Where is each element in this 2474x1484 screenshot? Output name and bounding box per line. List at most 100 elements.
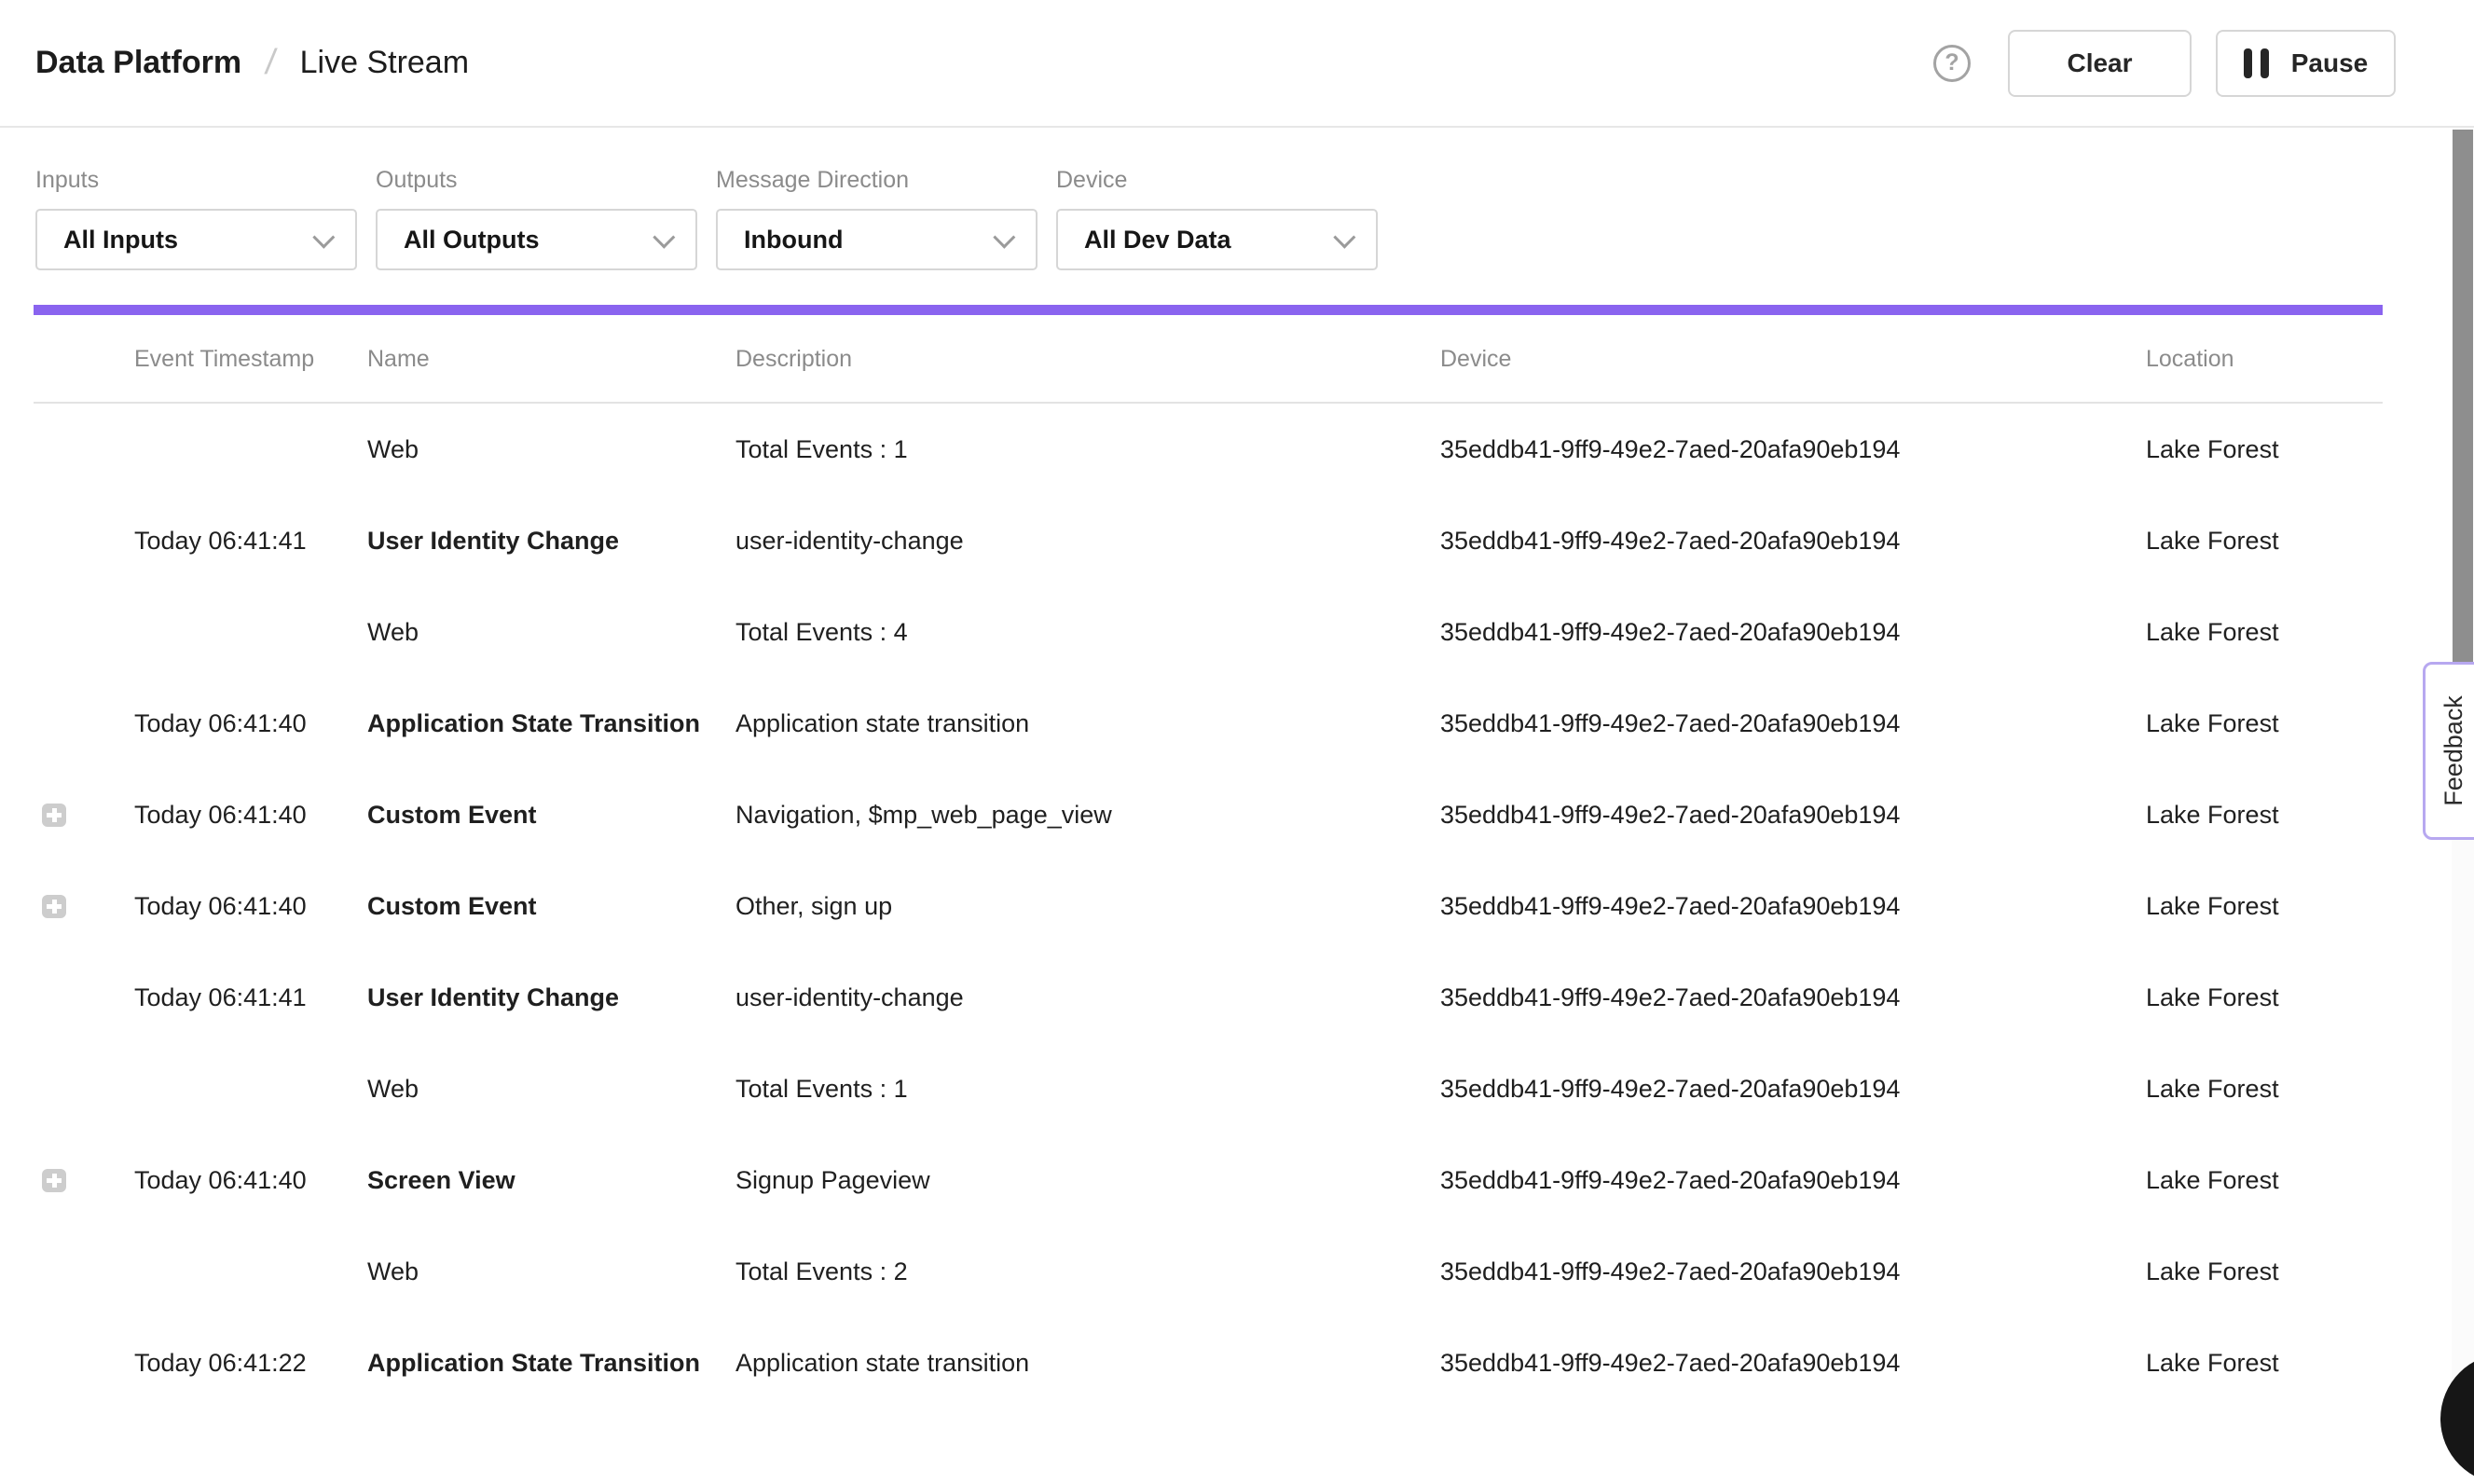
message-direction-dropdown[interactable]: Inbound (716, 209, 1038, 270)
chevron-down-icon (312, 226, 335, 248)
device-dropdown[interactable]: All Dev Data (1056, 209, 1378, 270)
event-description: Total Events : 1 (735, 404, 908, 495)
filter-inputs: Inputs All Inputs (35, 128, 357, 270)
event-location: Lake Forest (2146, 404, 2279, 495)
event-timestamp: Today 06:41:40 (134, 860, 307, 952)
table-row: Today 06:41:41 User Identity Change user… (0, 952, 2474, 1043)
event-name: Custom Event (367, 769, 537, 860)
column-header-name: Name (367, 315, 430, 404)
event-description: Application state transition (735, 1317, 1029, 1408)
event-name: Web (367, 404, 419, 495)
table-row: Web Total Events : 1 35eddb41-9ff9-49e2-… (0, 404, 2474, 495)
table-row: Today 06:41:41 User Identity Change user… (0, 495, 2474, 586)
table-row: Today 06:41:40 Custom Event Navigation, … (0, 769, 2474, 860)
table-row: Today 06:41:22 Application State Transit… (0, 1317, 2474, 1408)
table-row: Today 06:41:40 Application State Transit… (0, 678, 2474, 769)
column-header-device: Device (1440, 315, 1511, 404)
event-name: Application State Transition (367, 1317, 700, 1408)
event-description: user-identity-change (735, 952, 964, 1043)
chevron-down-icon (653, 226, 675, 248)
event-name: Web (367, 586, 419, 678)
pause-button-label: Pause (2291, 48, 2369, 78)
event-location: Lake Forest (2146, 769, 2279, 860)
event-location: Lake Forest (2146, 952, 2279, 1043)
event-device-id: 35eddb41-9ff9-49e2-7aed-20afa90eb194 (1440, 952, 1900, 1043)
top-bar: Data Platform / Live Stream ? Clear Paus… (0, 0, 2474, 128)
filter-message-direction-label: Message Direction (716, 167, 1038, 194)
event-name: User Identity Change (367, 952, 619, 1043)
event-description: Total Events : 4 (735, 586, 908, 678)
event-device-id: 35eddb41-9ff9-49e2-7aed-20afa90eb194 (1440, 1134, 1900, 1226)
device-dropdown-value: All Dev Data (1084, 226, 1231, 254)
event-device-id: 35eddb41-9ff9-49e2-7aed-20afa90eb194 (1440, 678, 1900, 769)
table-row: Web Total Events : 2 35eddb41-9ff9-49e2-… (0, 1226, 2474, 1317)
event-description: user-identity-change (735, 495, 964, 586)
event-timestamp: Today 06:41:22 (134, 1317, 307, 1408)
live-stream-table: Event Timestamp Name Description Device … (0, 315, 2474, 1408)
event-device-id: 35eddb41-9ff9-49e2-7aed-20afa90eb194 (1440, 769, 1900, 860)
event-location: Lake Forest (2146, 678, 2279, 769)
event-name: Screen View (367, 1134, 515, 1226)
event-timestamp: Today 06:41:41 (134, 952, 307, 1043)
filter-bar: Inputs All Inputs Outputs All Outputs Me… (35, 128, 1378, 270)
chevron-down-icon (993, 226, 1015, 248)
event-location: Lake Forest (2146, 1043, 2279, 1134)
event-location: Lake Forest (2146, 1134, 2279, 1226)
event-timestamp: Today 06:41:40 (134, 1134, 307, 1226)
event-location: Lake Forest (2146, 1226, 2279, 1317)
table-header-row: Event Timestamp Name Description Device … (34, 315, 2383, 404)
event-device-id: 35eddb41-9ff9-49e2-7aed-20afa90eb194 (1440, 1317, 1900, 1408)
help-icon[interactable]: ? (1933, 45, 1971, 82)
expand-row-icon[interactable] (42, 895, 66, 918)
event-name: Custom Event (367, 860, 537, 952)
inputs-dropdown[interactable]: All Inputs (35, 209, 357, 270)
feedback-tab-label: Feedback (2440, 695, 2468, 806)
outputs-dropdown-value: All Outputs (404, 226, 539, 254)
breadcrumb-root[interactable]: Data Platform (35, 45, 241, 81)
event-name: Application State Transition (367, 678, 700, 769)
event-timestamp: Today 06:41:40 (134, 678, 307, 769)
event-timestamp: Today 06:41:40 (134, 769, 307, 860)
breadcrumb-separator: / (263, 43, 279, 83)
expand-row-icon[interactable] (42, 1169, 66, 1192)
event-description: Total Events : 2 (735, 1226, 908, 1317)
event-location: Lake Forest (2146, 860, 2279, 952)
filter-device-label: Device (1056, 167, 1378, 194)
event-name: Web (367, 1226, 419, 1317)
event-device-id: 35eddb41-9ff9-49e2-7aed-20afa90eb194 (1440, 586, 1900, 678)
event-device-id: 35eddb41-9ff9-49e2-7aed-20afa90eb194 (1440, 1226, 1900, 1317)
table-row: Web Total Events : 1 35eddb41-9ff9-49e2-… (0, 1043, 2474, 1134)
event-description: Other, sign up (735, 860, 892, 952)
filter-device: Device All Dev Data (1056, 128, 1378, 270)
event-description: Navigation, $mp_web_page_view (735, 769, 1112, 860)
event-device-id: 35eddb41-9ff9-49e2-7aed-20afa90eb194 (1440, 1043, 1900, 1134)
clear-button[interactable]: Clear (2008, 30, 2192, 97)
clear-button-label: Clear (2067, 48, 2132, 78)
table-row: Today 06:41:40 Screen View Signup Pagevi… (0, 1134, 2474, 1226)
filter-outputs: Outputs All Outputs (376, 128, 697, 270)
column-header-description: Description (735, 315, 852, 404)
event-name: User Identity Change (367, 495, 619, 586)
event-description: Signup Pageview (735, 1134, 930, 1226)
page-title: Live Stream (300, 45, 469, 81)
accent-divider (34, 305, 2383, 315)
filter-inputs-label: Inputs (35, 167, 357, 194)
filter-message-direction: Message Direction Inbound (716, 128, 1038, 270)
expand-row-icon[interactable] (42, 804, 66, 827)
event-device-id: 35eddb41-9ff9-49e2-7aed-20afa90eb194 (1440, 495, 1900, 586)
topbar-actions: ? Clear Pause (1933, 0, 2396, 126)
event-device-id: 35eddb41-9ff9-49e2-7aed-20afa90eb194 (1440, 404, 1900, 495)
pause-button[interactable]: Pause (2216, 30, 2396, 97)
table-row: Web Total Events : 4 35eddb41-9ff9-49e2-… (0, 586, 2474, 678)
feedback-tab[interactable]: Feedback (2423, 662, 2474, 840)
outputs-dropdown[interactable]: All Outputs (376, 209, 697, 270)
pause-icon (2244, 48, 2269, 78)
breadcrumb: Data Platform / Live Stream (35, 0, 469, 126)
scrollbar-thumb[interactable] (2453, 130, 2473, 665)
event-description: Total Events : 1 (735, 1043, 908, 1134)
event-location: Lake Forest (2146, 1317, 2279, 1408)
inputs-dropdown-value: All Inputs (63, 226, 178, 254)
table-row: Today 06:41:40 Custom Event Other, sign … (0, 860, 2474, 952)
message-direction-dropdown-value: Inbound (744, 226, 843, 254)
event-location: Lake Forest (2146, 495, 2279, 586)
